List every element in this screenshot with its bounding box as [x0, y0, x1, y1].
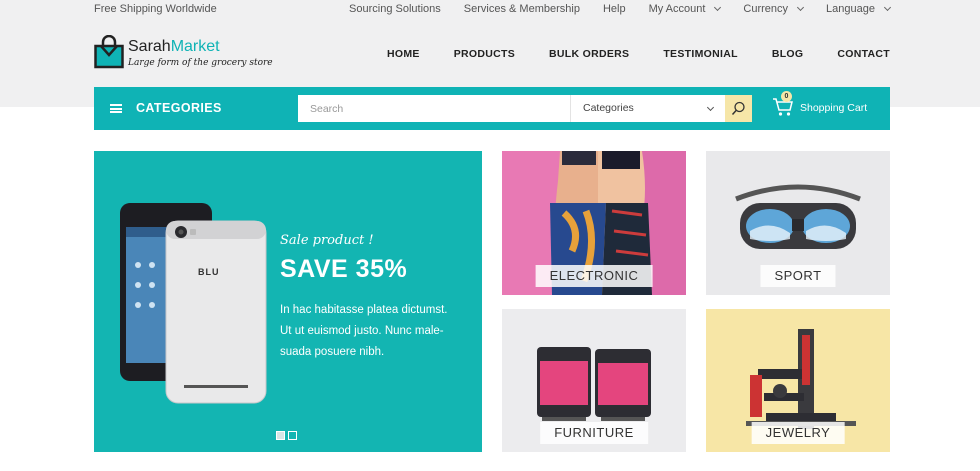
hero-description-line: In hac habitasse platea dictumst.: [280, 304, 448, 316]
top-link-services[interactable]: Services & Membership: [464, 3, 580, 15]
hero-description: In hac habitasse platea dictumst. Ut ut …: [280, 300, 470, 363]
hero-headline: SAVE 35%: [280, 255, 408, 283]
category-label: SPORT: [760, 265, 836, 287]
nav-bulk-orders[interactable]: BULK ORDERS: [549, 48, 629, 60]
category-label: JEWELRY: [751, 422, 845, 444]
categories-menu-button[interactable]: CATEGORIES: [136, 101, 222, 115]
top-link-label: Currency: [743, 3, 789, 15]
category-tile-jewelry[interactable]: JEWELRY: [706, 309, 890, 452]
top-links: Sourcing Solutions Services & Membership…: [326, 3, 892, 15]
category-tile-electronic[interactable]: ELECTRONIC: [502, 151, 686, 295]
slider-dot[interactable]: [288, 431, 297, 440]
slider-dot-active[interactable]: [276, 431, 285, 440]
brand-tagline: Large form of the grocery store: [128, 58, 273, 68]
category-tile-sport[interactable]: SPORT: [706, 151, 890, 295]
nav-testimonial[interactable]: TESTIMONIAL: [663, 48, 737, 60]
currency-dropdown[interactable]: Currency: [743, 3, 805, 15]
hero-description-line: suada posuere nibh.: [280, 346, 385, 358]
slider-dots: [276, 431, 300, 440]
chevron-down-icon: [797, 3, 805, 12]
top-link-label: Services & Membership: [463, 3, 580, 15]
category-tile-furniture[interactable]: FURNITURE: [502, 309, 686, 452]
main-navigation: HOME PRODUCTS BULK ORDERS TESTIMONIAL BL…: [353, 48, 890, 60]
top-link-help[interactable]: Help: [603, 3, 626, 15]
brand-name-part-a: Sarah: [128, 38, 171, 55]
search-icon: [731, 101, 745, 116]
category-label: FURNITURE: [540, 422, 648, 444]
top-link-label: My Account: [648, 3, 706, 15]
my-account-dropdown[interactable]: My Account: [648, 3, 722, 15]
phone-brand-text: BLU: [198, 267, 220, 277]
cart-count-badge: 0: [781, 91, 792, 102]
top-link-sourcing[interactable]: Sourcing Solutions: [349, 3, 441, 15]
hero-banner[interactable]: BLU Sale product ! SAVE 35% In hac habit…: [94, 151, 482, 452]
shopping-cart-button[interactable]: 0 Shopping Cart: [772, 91, 882, 122]
category-select[interactable]: Categories: [570, 95, 725, 122]
menu-icon[interactable]: [110, 104, 122, 113]
cart-label: Shopping Cart: [800, 102, 868, 114]
brand-name-part-b: Market: [170, 38, 220, 55]
hero-description-line: Ut ut euismod justo. Nunc male-: [280, 325, 444, 337]
search-input[interactable]: [298, 95, 570, 122]
chevron-down-icon: [714, 3, 722, 12]
category-search-bar: CATEGORIES Categories 0 Shopping Cart: [94, 87, 890, 130]
category-label: ELECTRONIC: [535, 265, 653, 287]
top-link-label: Language: [826, 3, 875, 15]
nav-blog[interactable]: BLOG: [772, 48, 804, 60]
search-button[interactable]: [725, 95, 752, 122]
top-link-label: Sourcing Solutions: [349, 3, 441, 15]
site-logo[interactable]: SarahMarket Large form of the grocery st…: [94, 35, 273, 73]
shopping-bag-logo-icon: [94, 35, 124, 69]
top-link-label: Help: [602, 3, 626, 15]
language-dropdown[interactable]: Language: [826, 3, 892, 15]
chevron-down-icon: [883, 3, 892, 12]
nav-home[interactable]: HOME: [387, 48, 420, 60]
smartphone-image: [120, 203, 267, 404]
nav-contact[interactable]: CONTACT: [837, 48, 890, 60]
nav-products[interactable]: PRODUCTS: [454, 48, 515, 60]
hero-subtitle: Sale product !: [280, 233, 374, 248]
category-select-value: Categories: [583, 102, 634, 114]
chevron-down-icon: [706, 103, 715, 112]
free-shipping-text: Free Shipping Worldwide: [94, 3, 217, 15]
top-bar: Free Shipping Worldwide Sourcing Solutio…: [0, 0, 980, 20]
brand-name: SarahMarket: [128, 38, 220, 56]
